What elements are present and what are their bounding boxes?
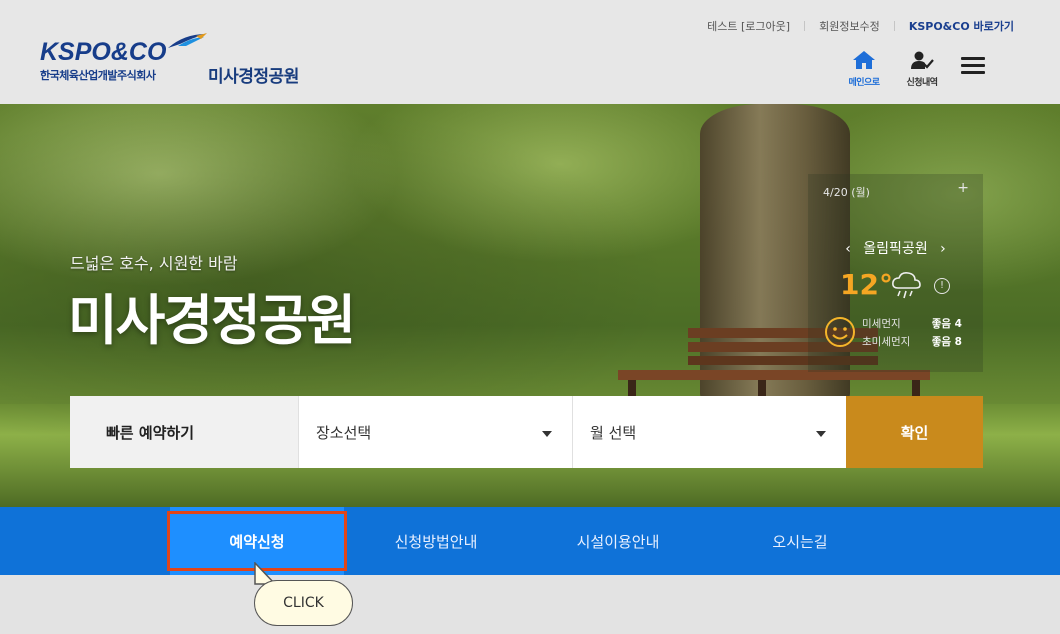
kspo-logo[interactable]: KSPO&CO 한국체육산업개발주식회사 [38,32,218,84]
fine-dust-row: 미세먼지 좋음 4 [862,316,962,331]
quick-booking-label: 빠른 예약하기 [70,396,298,468]
click-tooltip: CLICK [254,580,353,626]
home-icon [853,51,875,69]
month-select-value: 월 선택 [590,423,637,442]
hamburger-menu-icon[interactable] [961,57,985,77]
temperature: 12° [840,268,893,301]
top-links: 테스트 [로그아웃] 회원정보수정 KSPO&CO 바로가기 [693,18,1014,34]
site-title: 미사경정공원 [208,67,299,87]
hero-title: 미사경정공원 [68,289,356,352]
logo-subtitle: 한국체육산업개발주식회사 [40,69,156,82]
weather-expand-button[interactable]: + [957,180,969,196]
main-nav: 예약신청 신청방법안내 시설이용안내 오시는길 [0,507,1060,575]
ultrafine-dust-label: 초미세먼지 [862,336,911,348]
smile-icon [825,317,855,347]
weather-location: ‹ 올림픽공원 › [808,238,983,258]
location-name: 올림픽공원 [863,241,928,257]
month-select[interactable]: 월 선택 [572,396,846,468]
weather-widget: 4/20 (월) + ‹ 올림픽공원 › 12° ! 미세먼지 좋음 4 초미세… [808,174,983,372]
caret-down-icon [816,431,826,437]
caret-down-icon [542,431,552,437]
prev-location-button[interactable]: ‹ [845,241,851,257]
site-header: KSPO&CO 한국체육산업개발주식회사 미사경정공원 테스트 [로그아웃] 회… [0,0,1060,104]
confirm-button[interactable]: 확인 [846,396,983,468]
fine-dust-value: 좋음 4 [931,318,962,330]
user-check-icon [911,51,934,69]
hero-subtitle: 드넓은 호수, 시원한 바람 [70,254,238,273]
history-label: 신청내역 [906,78,938,88]
place-select[interactable]: 장소선택 [298,396,572,468]
home-label: 메인으로 [848,78,880,88]
nav-how-to-apply[interactable]: 신청방법안내 [350,507,522,575]
info-icon[interactable]: ! [934,278,950,294]
ultrafine-dust-value: 좋음 8 [931,336,962,348]
air-quality: 미세먼지 좋음 4 초미세먼지 좋음 8 [862,316,962,352]
kspo-shortcut-link[interactable]: KSPO&CO 바로가기 [895,18,1014,34]
history-button[interactable]: 신청내역 [899,50,945,88]
edit-profile-link[interactable]: 회원정보수정 [805,18,894,34]
next-location-button[interactable]: › [940,241,946,257]
ultrafine-dust-row: 초미세먼지 좋음 8 [862,334,962,349]
nav-directions[interactable]: 오시는길 [714,507,886,575]
nav-facility-guide[interactable]: 시설이용안내 [532,507,704,575]
logo-text: KSPO&CO [40,38,167,66]
logo-swoosh-icon [168,33,207,48]
logout-link[interactable]: 테스트 [로그아웃] [693,18,804,34]
home-button[interactable]: 메인으로 [841,50,887,88]
place-select-value: 장소선택 [316,423,372,442]
weather-date: 4/20 (월) [823,186,870,199]
fine-dust-label: 미세먼지 [862,318,901,330]
rain-cloud-icon [892,272,921,299]
quick-booking-bar: 빠른 예약하기 장소선택 월 선택 확인 [70,396,983,468]
